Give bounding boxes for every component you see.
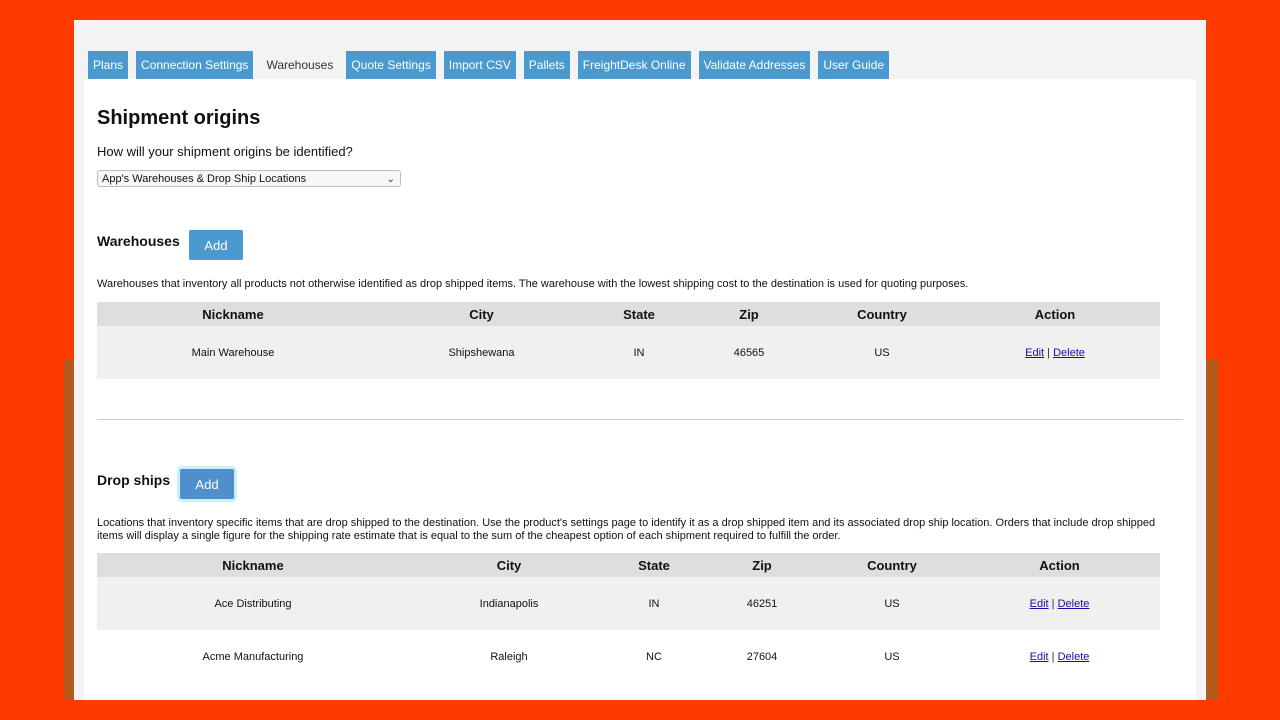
table-row: Main Warehouse Shipshewana IN 46565 US E…: [97, 326, 1160, 379]
tab-freightdesk-online[interactable]: FreightDesk Online: [577, 51, 691, 79]
table-row: Acme Manufacturing Raleigh NC 27604 US E…: [97, 630, 1160, 684]
table-row: Ace Distributing Indianapolis IN 46251 U…: [97, 577, 1160, 630]
cell-city: Shipshewana: [369, 326, 594, 379]
cell-country: US: [825, 630, 959, 684]
cell-zip: 46565: [684, 326, 814, 379]
page-title: Shipment origins: [97, 107, 261, 129]
warehouses-title: Warehouses: [97, 233, 180, 249]
col-nickname: Nickname: [97, 553, 409, 577]
cell-zip: 46251: [699, 577, 825, 630]
cell-nickname: Main Warehouse: [97, 326, 369, 379]
cell-nickname: Acme Manufacturing: [97, 630, 409, 684]
col-country: Country: [814, 302, 950, 326]
cell-city: Indianapolis: [409, 577, 609, 630]
action-separator: |: [1051, 597, 1055, 610]
table-header-row: Nickname City State Zip Country Action: [97, 302, 1160, 326]
col-state: State: [609, 553, 699, 577]
col-nickname: Nickname: [97, 302, 369, 326]
warehouses-table: Nickname City State Zip Country Action M…: [97, 302, 1160, 379]
cell-state: NC: [609, 630, 699, 684]
col-country: Country: [825, 553, 959, 577]
col-action: Action: [959, 553, 1160, 577]
delete-link[interactable]: Delete: [1053, 347, 1085, 359]
cell-state: IN: [609, 577, 699, 630]
add-warehouse-button[interactable]: Add: [189, 230, 243, 260]
origins-select-value: App's Warehouses & Drop Ship Locations: [102, 173, 307, 185]
delete-link[interactable]: Delete: [1058, 598, 1090, 610]
tab-plans[interactable]: Plans: [88, 51, 129, 79]
tab-import-csv[interactable]: Import CSV: [443, 51, 516, 79]
app-frame: Plans Connection Settings Warehouses Quo…: [74, 20, 1206, 700]
edit-link[interactable]: Edit: [1030, 598, 1049, 610]
action-separator: |: [1047, 346, 1051, 359]
col-zip: Zip: [699, 553, 825, 577]
dropships-table: Nickname City State Zip Country Action A…: [97, 553, 1160, 684]
dropships-description: Locations that inventory specific items …: [97, 517, 1156, 542]
section-divider: [97, 419, 1183, 420]
tab-connection-settings[interactable]: Connection Settings: [136, 51, 254, 79]
content-panel: Shipment origins How will your shipment …: [84, 79, 1196, 700]
tab-bar: Plans Connection Settings Warehouses Quo…: [88, 51, 890, 79]
origins-select[interactable]: App's Warehouses & Drop Ship Locations ⌄: [97, 170, 401, 187]
tab-user-guide[interactable]: User Guide: [818, 51, 890, 79]
dropships-title: Drop ships: [97, 472, 171, 488]
chevron-down-icon: ⌄: [386, 174, 395, 185]
cell-state: IN: [594, 326, 684, 379]
col-city: City: [369, 302, 594, 326]
cell-nickname: Ace Distributing: [97, 577, 409, 630]
col-action: Action: [950, 302, 1160, 326]
cell-action: Edit | Delete: [959, 577, 1160, 630]
cell-country: US: [825, 577, 959, 630]
warehouses-description: Warehouses that inventory all products n…: [97, 278, 969, 290]
cell-country: US: [814, 326, 950, 379]
tab-quote-settings[interactable]: Quote Settings: [346, 51, 436, 79]
cell-action: Edit | Delete: [950, 326, 1160, 379]
edit-link[interactable]: Edit: [1025, 347, 1044, 359]
add-dropship-button[interactable]: Add: [180, 469, 234, 499]
col-state: State: [594, 302, 684, 326]
action-separator: |: [1051, 651, 1055, 663]
origins-question: How will your shipment origins be identi…: [97, 144, 353, 159]
cell-action: Edit | Delete: [959, 630, 1160, 684]
tab-validate-addresses[interactable]: Validate Addresses: [698, 51, 811, 79]
cell-city: Raleigh: [409, 630, 609, 684]
table-header-row: Nickname City State Zip Country Action: [97, 553, 1160, 577]
tab-warehouses[interactable]: Warehouses: [261, 51, 339, 79]
col-zip: Zip: [684, 302, 814, 326]
edit-link[interactable]: Edit: [1030, 651, 1049, 663]
col-city: City: [409, 553, 609, 577]
tab-pallets[interactable]: Pallets: [523, 51, 570, 79]
delete-link[interactable]: Delete: [1058, 651, 1090, 663]
cell-zip: 27604: [699, 630, 825, 684]
